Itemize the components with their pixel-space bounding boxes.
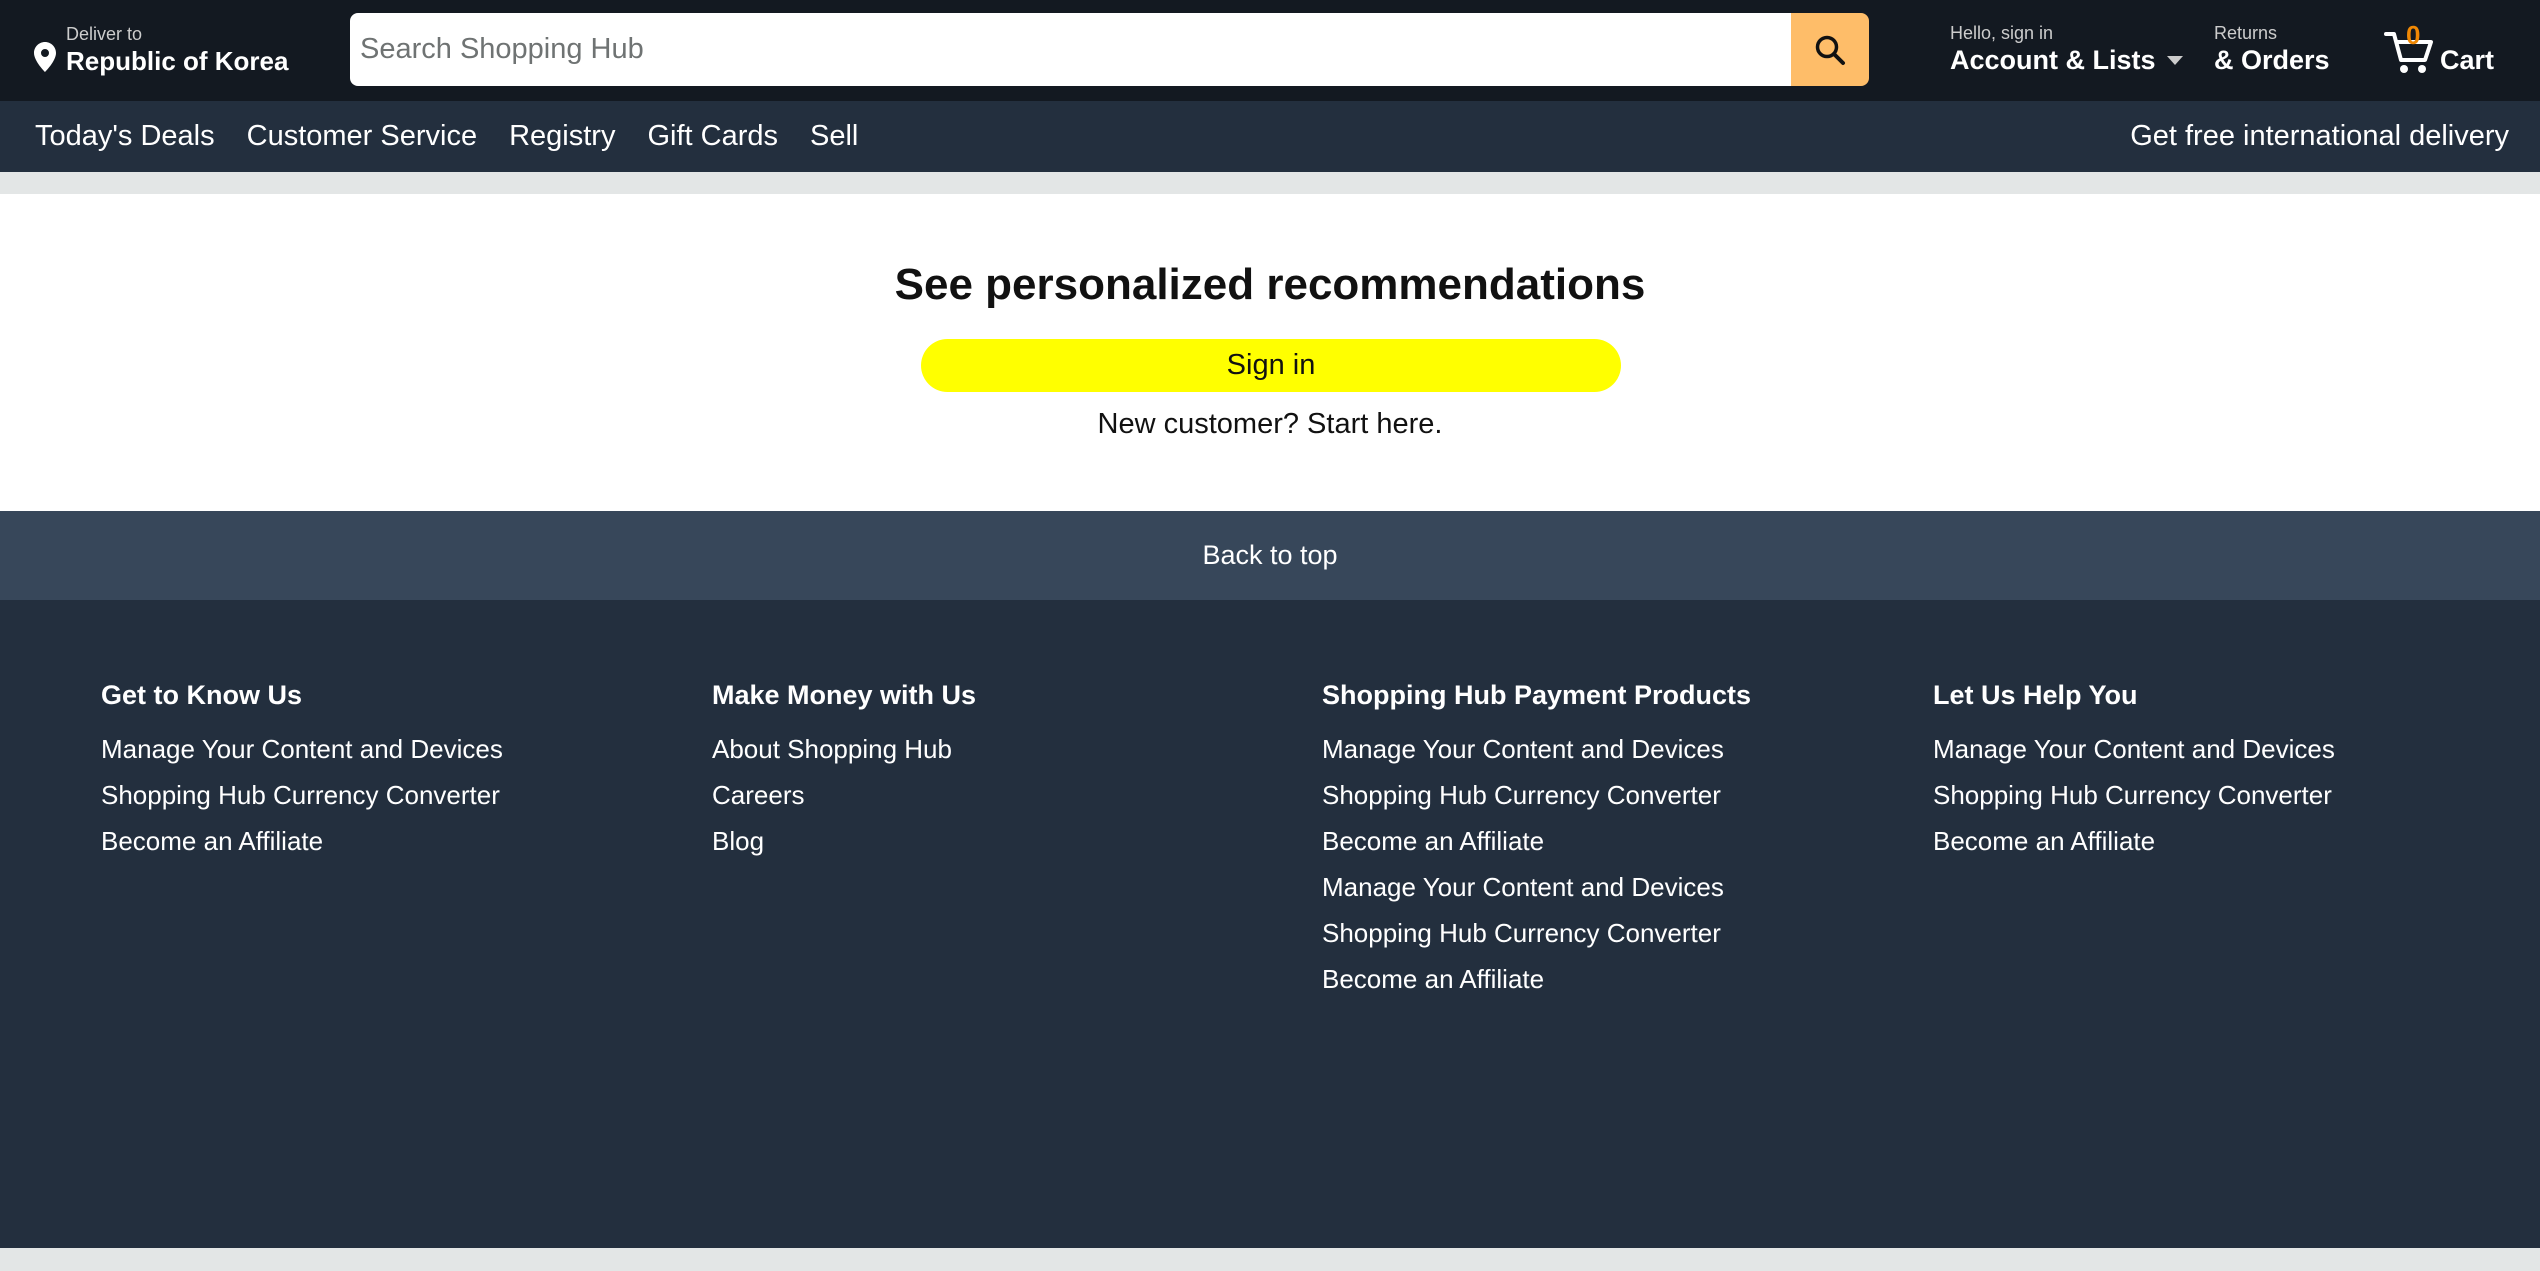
account-greeting: Hello, sign in xyxy=(1950,23,2054,43)
footer-column-help: Let Us Help You Manage Your Content and … xyxy=(1933,678,2493,864)
cart-link[interactable]: 0 Cart xyxy=(2384,20,2494,76)
footer-link[interactable]: Become an Affiliate xyxy=(1933,818,2493,864)
footer-link[interactable]: Shopping Hub Currency Converter xyxy=(1322,772,1882,818)
footer-link[interactable]: Manage Your Content and Devices xyxy=(1322,864,1882,910)
deliver-to-location[interactable]: Deliver to Republic of Korea xyxy=(34,22,288,78)
nav-link-registry[interactable]: Registry xyxy=(509,101,615,172)
deliver-to-label: Deliver to xyxy=(66,24,143,44)
footer-column-make-money: Make Money with Us About Shopping Hub Ca… xyxy=(712,678,1272,864)
returns-orders-link[interactable]: Returns & Orders xyxy=(2214,22,2330,76)
signin-title: See personalized recommendations xyxy=(894,260,1646,309)
back-to-top-button[interactable]: Back to top xyxy=(0,511,2540,600)
footer-link[interactable]: About Shopping Hub xyxy=(712,726,1272,772)
nav-link-sell[interactable]: Sell xyxy=(810,101,858,172)
footer-heading: Shopping Hub Payment Products xyxy=(1322,680,1752,710)
search-icon xyxy=(1815,35,1845,65)
nav-link-customer-service[interactable]: Customer Service xyxy=(247,101,477,172)
search-input[interactable] xyxy=(350,13,1791,86)
nav-link-gift-cards[interactable]: Gift Cards xyxy=(647,101,778,172)
cart-label: Cart xyxy=(2440,45,2495,75)
footer-column-get-to-know-us: Get to Know Us Manage Your Content and D… xyxy=(101,678,661,864)
caret-down-icon xyxy=(2166,56,2183,65)
footer-link[interactable]: Manage Your Content and Devices xyxy=(1322,726,1882,772)
footer: Get to Know Us Manage Your Content and D… xyxy=(0,600,2540,1248)
footer-link[interactable]: Become an Affiliate xyxy=(101,818,661,864)
footer-heading: Get to Know Us xyxy=(101,680,302,710)
footer-column-payment-products: Shopping Hub Payment Products Manage You… xyxy=(1322,678,1882,1002)
cart-count-badge: 0 xyxy=(2406,20,2421,50)
free-delivery-promo[interactable]: Get free international delivery xyxy=(2130,101,2509,172)
footer-link[interactable]: Shopping Hub Currency Converter xyxy=(101,772,661,818)
search-bar xyxy=(350,13,1869,86)
top-header: Deliver to Republic of Korea Hello, sign… xyxy=(0,0,2540,101)
deliver-location: Republic of Korea xyxy=(66,46,289,76)
account-label: Account & Lists xyxy=(1950,45,2156,75)
footer-link[interactable]: Become an Affiliate xyxy=(1322,818,1882,864)
location-pin-icon xyxy=(34,42,56,72)
footer-link[interactable]: Shopping Hub Currency Converter xyxy=(1322,910,1882,956)
footer-heading: Make Money with Us xyxy=(712,680,977,710)
signin-card: See personalized recommendations Sign in… xyxy=(0,194,2540,511)
account-lists-menu[interactable]: Hello, sign in Account & Lists xyxy=(1950,22,2184,76)
orders-label: & Orders xyxy=(2214,45,2330,75)
nav-link-todays-deals[interactable]: Today's Deals xyxy=(35,101,215,172)
footer-link[interactable]: Manage Your Content and Devices xyxy=(101,726,661,772)
returns-label: Returns xyxy=(2214,23,2278,43)
footer-link[interactable]: Blog xyxy=(712,818,1272,864)
sign-in-button[interactable]: Sign in xyxy=(921,339,1621,392)
footer-link[interactable]: Careers xyxy=(712,772,1272,818)
search-button[interactable] xyxy=(1791,13,1869,86)
footer-link[interactable]: Become an Affiliate xyxy=(1322,956,1882,1002)
footer-heading: Let Us Help You xyxy=(1933,680,2138,710)
footer-link[interactable]: Shopping Hub Currency Converter xyxy=(1933,772,2493,818)
new-customer-link[interactable]: New customer? Start here. xyxy=(0,408,2540,441)
nav-bar: Today's Deals Customer Service Registry … xyxy=(0,101,2540,172)
footer-link[interactable]: Manage Your Content and Devices xyxy=(1933,726,2493,772)
